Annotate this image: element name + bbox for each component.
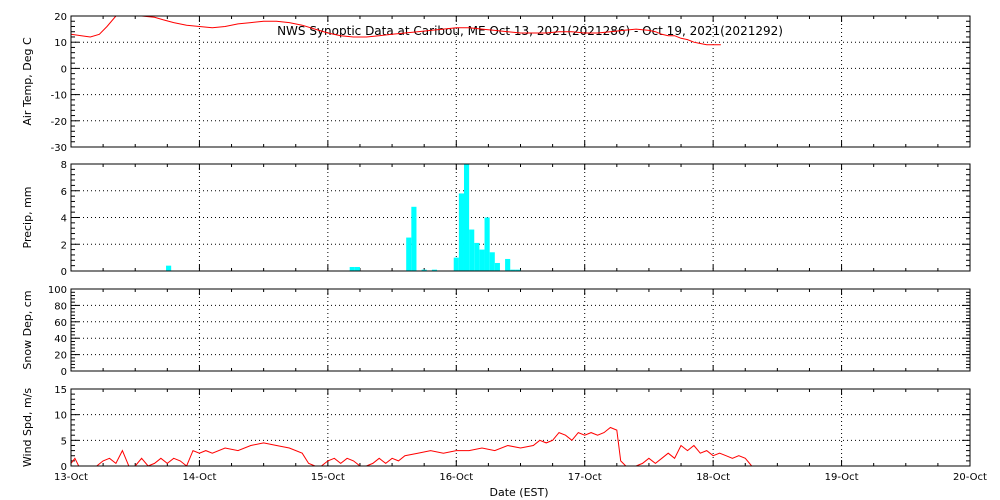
- x-tick-label: 14-Oct: [182, 472, 216, 483]
- panels-group: 20100-10-20-30Air Temp, Deg C86420Precip…: [21, 12, 987, 483]
- y-tick-label: 100: [48, 285, 67, 296]
- precip-bar: [453, 257, 459, 271]
- chart-title: NWS Synoptic Data at Caribou, ME Oct 13,…: [277, 24, 783, 38]
- x-axis-label: Date (EST): [489, 486, 548, 499]
- panel-data-wind-speed: [71, 426, 755, 466]
- y-tick-label: -30: [51, 143, 67, 154]
- y-tick-label: 8: [61, 160, 67, 171]
- y-tick-label: 60: [54, 318, 67, 329]
- x-tick-label: 16-Oct: [439, 472, 473, 483]
- panel-wind-speed: 151050Wind Spd, m/s: [21, 385, 971, 473]
- precip-bar: [406, 237, 412, 271]
- y-tick-label: -10: [51, 91, 67, 102]
- x-tick-label: 19-Oct: [825, 472, 859, 483]
- y-tick-label: 10: [54, 38, 67, 49]
- precip-bar: [354, 266, 360, 271]
- wind-speed-line: [71, 426, 755, 466]
- precip-bar: [494, 262, 500, 271]
- x-tick-label: 13-Oct: [54, 472, 88, 483]
- precip-bar: [166, 265, 172, 271]
- y-tick-label: 10: [54, 411, 67, 422]
- y-tick-label: 20: [54, 351, 67, 362]
- y-tick-label: 5: [61, 436, 67, 447]
- y-tick-label: 2: [61, 240, 67, 251]
- x-tick-label: 17-Oct: [568, 472, 602, 483]
- x-tick-label: 15-Oct: [311, 472, 345, 483]
- panel-precip: 8 6 4 2 0 Precip, mm: [21, 160, 971, 278]
- precip-bar: [469, 229, 475, 271]
- precip-bar: [463, 164, 470, 271]
- panel-frame: [70, 288, 971, 372]
- precip-bar: [505, 258, 511, 271]
- x-tick-label: 20-Oct: [953, 472, 987, 483]
- precip-bar: [484, 217, 490, 271]
- y-axis-label: Air Temp, Deg C: [21, 37, 34, 126]
- y-tick-label: 0: [61, 64, 67, 75]
- y-tick-label: 0: [61, 267, 67, 278]
- y-tick-label: -20: [51, 117, 67, 128]
- y-tick-label: 80: [54, 301, 67, 312]
- y-axis-label: Precip, mm: [21, 187, 34, 249]
- y-tick-label: 4: [61, 214, 67, 225]
- precip-bar: [489, 252, 495, 271]
- y-axis-label: Wind Spd, m/s: [21, 388, 34, 468]
- y-tick-label: 20: [54, 12, 67, 23]
- panel-frame: [70, 388, 971, 467]
- precip-bar: [458, 193, 464, 271]
- y-tick-label: 15: [54, 385, 67, 396]
- y-axis-label: Snow Dep, cm: [21, 290, 34, 369]
- precip-bar: [479, 249, 485, 271]
- x-tick-label: 18-Oct: [696, 472, 730, 483]
- panel-snow-depth: 100 80 60 40 20 0 Snow Dep, cm: [21, 285, 971, 378]
- precip-bar: [411, 206, 417, 271]
- y-tick-label: 40: [54, 334, 67, 345]
- y-tick-label: 0: [61, 367, 67, 378]
- y-tick-label: 6: [61, 187, 67, 198]
- weather-chart: NWS Synoptic Data at Caribou, ME Oct 13,…: [21, 12, 987, 499]
- precip-bar: [349, 266, 355, 271]
- precip-bar: [474, 242, 480, 271]
- panel-data-precip: [166, 164, 521, 271]
